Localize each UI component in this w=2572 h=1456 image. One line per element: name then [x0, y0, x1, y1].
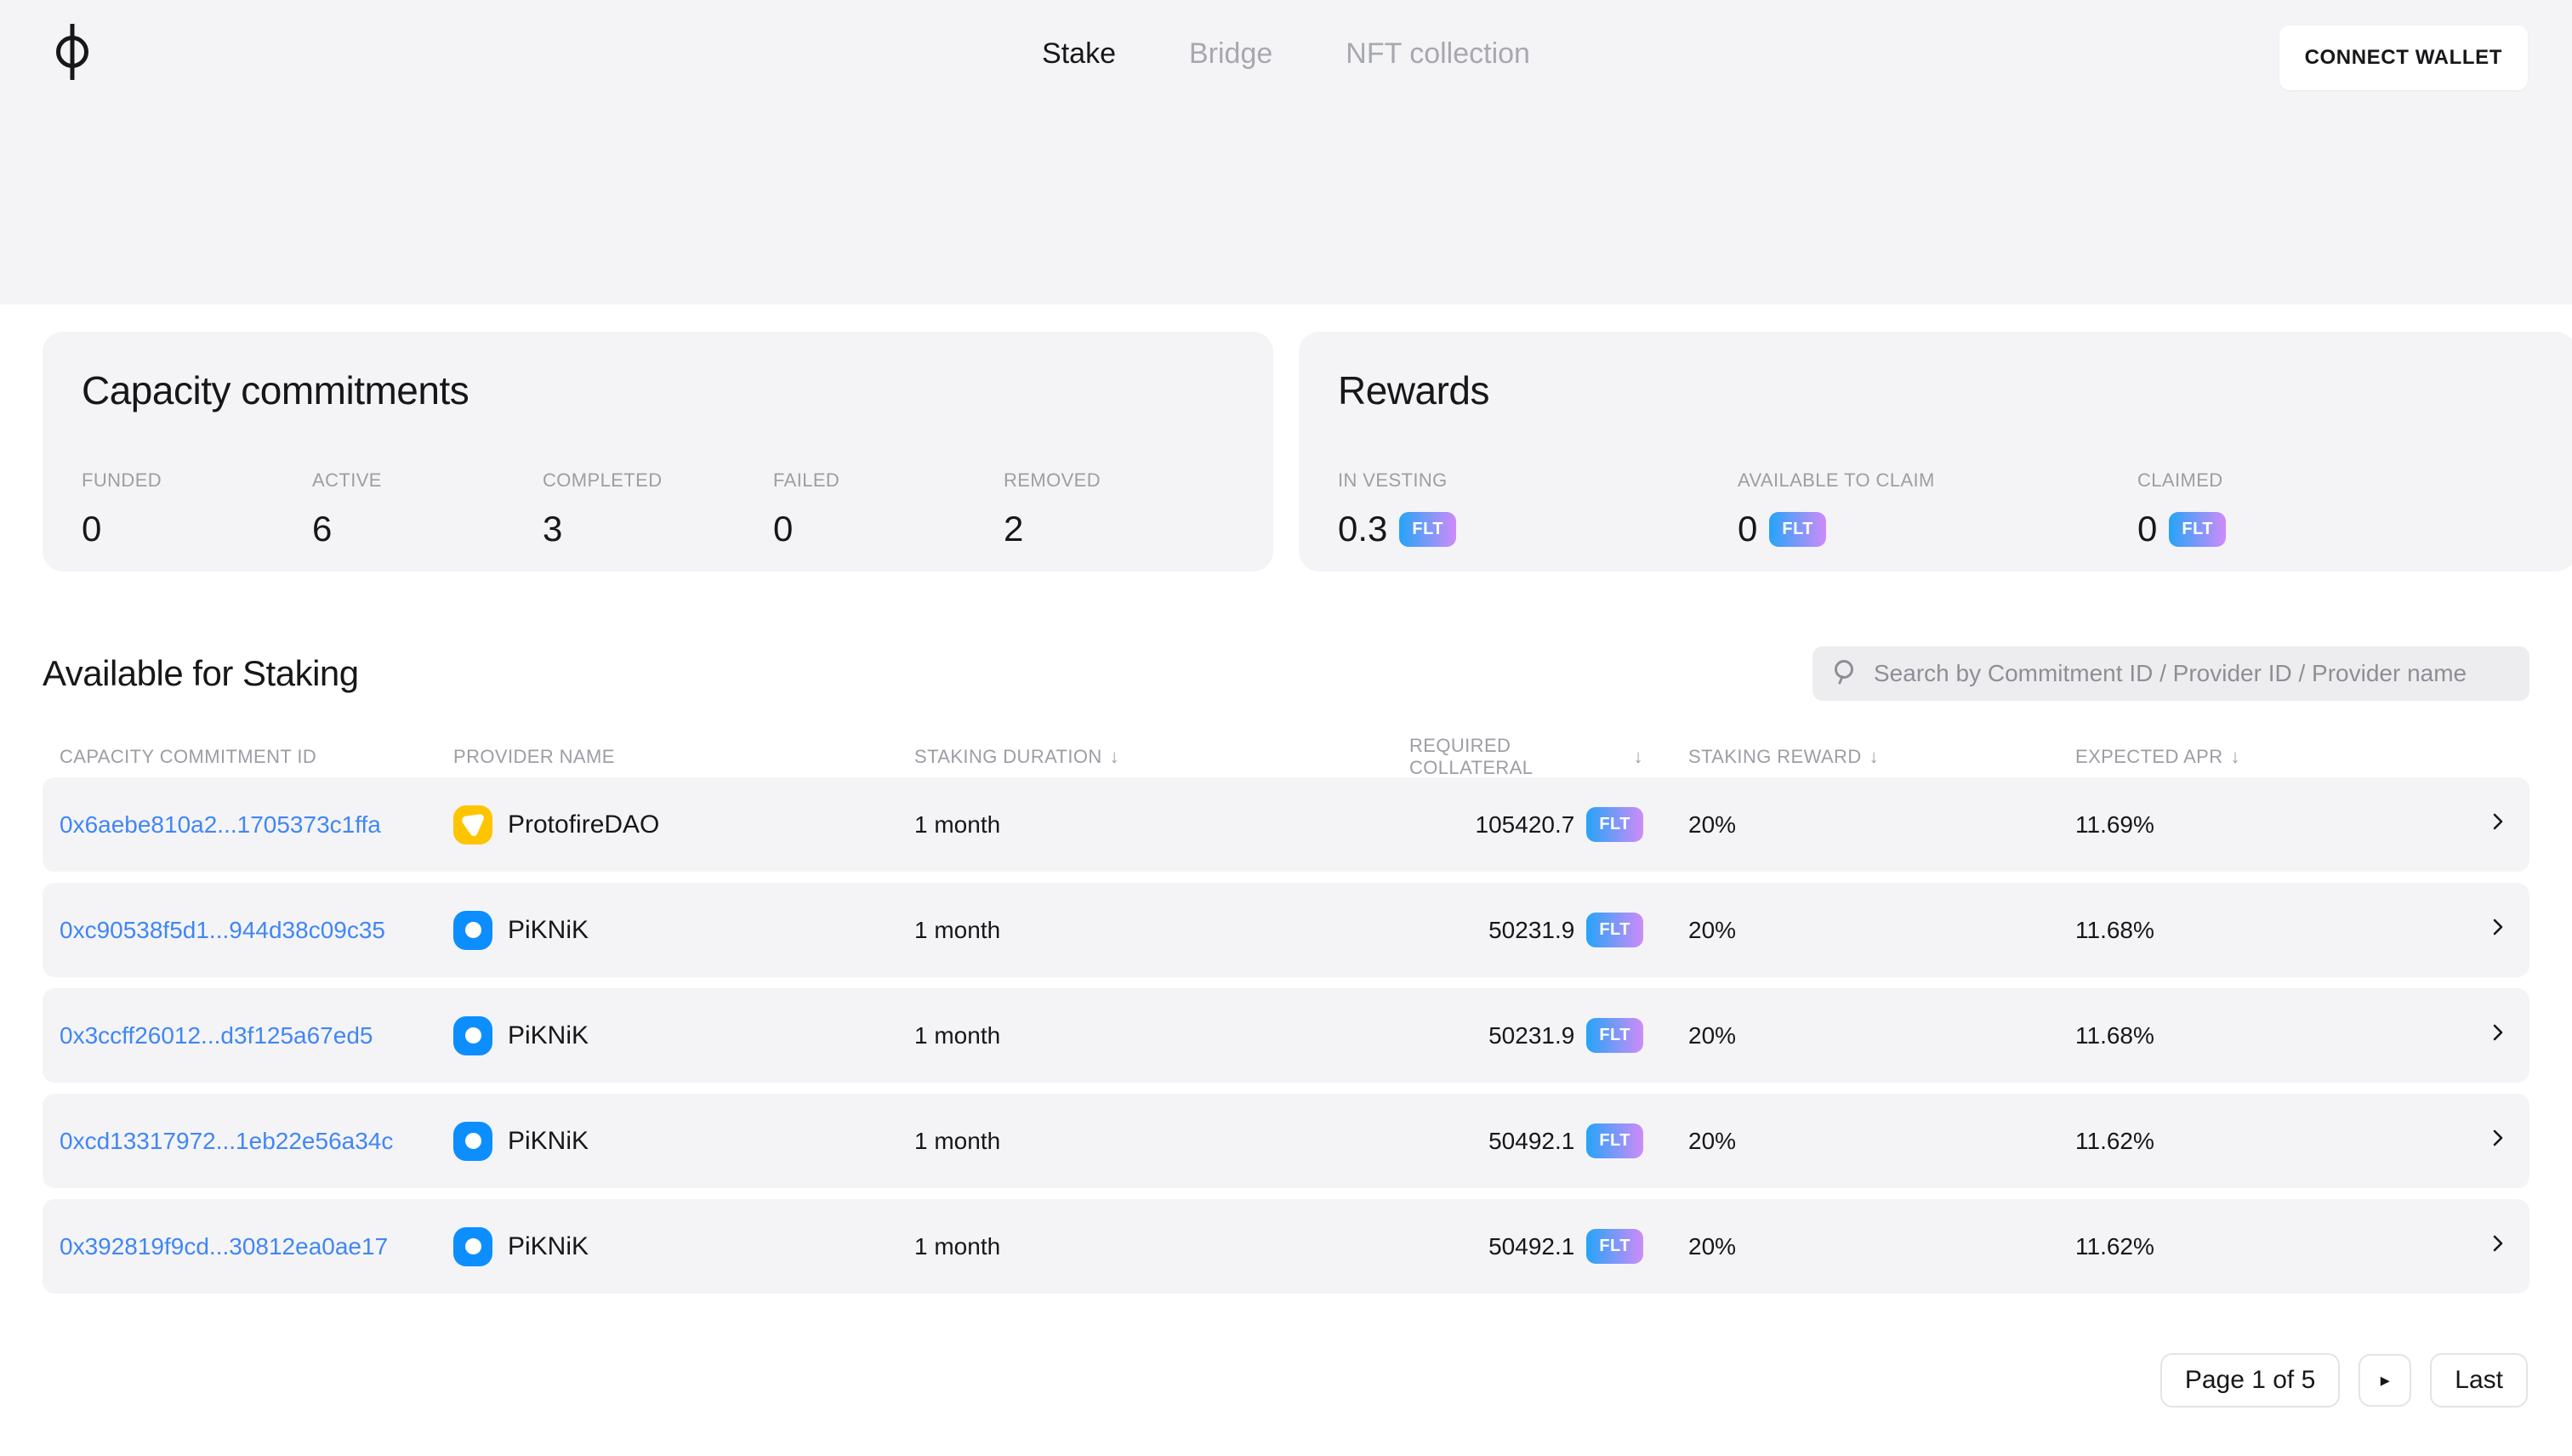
col-provider-name: PROVIDER NAME	[453, 746, 615, 767]
summary-cards: Capacity commitments FUNDED 0 ACTIVE 6 C…	[0, 304, 2572, 572]
staking-table-body: 0x6aebe810a2...1705373c1ffa ProtofireDAO…	[43, 777, 2529, 1294]
flt-token-badge: FLT	[1399, 511, 1457, 547]
rewards-stats: IN VESTING 0.3 FLT AVAILABLE TO CLAIM 0 …	[1338, 469, 2537, 549]
stat-available-to-claim: AVAILABLE TO CLAIM 0 FLT	[1738, 469, 1935, 549]
flt-token-badge: FLT	[1586, 807, 1643, 842]
staking-table: CAPACITY COMMITMENT ID PROVIDER NAME STA…	[0, 735, 2572, 1294]
flt-token-badge: FLT	[1586, 913, 1643, 947]
stat-removed: REMOVED 2	[1004, 469, 1101, 549]
capacity-stats: FUNDED 0 ACTIVE 6 COMPLETED 3 FAILED 0 R…	[82, 469, 1234, 549]
expected-apr-value: 11.69%	[2075, 810, 2154, 838]
stat-in-vesting: IN VESTING 0.3 FLT	[1338, 469, 1738, 549]
expected-apr-value: 11.68%	[2075, 916, 2154, 943]
piknik-provider-icon	[453, 910, 492, 950]
col-staking-duration[interactable]: STAKING DURATION ↓	[914, 746, 1409, 768]
stat-completed: COMPLETED 3	[543, 469, 663, 549]
provider-name: PiKNiK	[508, 1231, 589, 1260]
table-row[interactable]: 0x3ccff26012...d3f125a67ed5 PiKNiK 1 mon…	[43, 988, 2529, 1083]
staking-reward-value: 20%	[1688, 810, 1737, 838]
last-page-button[interactable]: Last	[2430, 1353, 2528, 1408]
piknik-provider-icon	[453, 1121, 492, 1161]
staking-duration-value: 1 month	[914, 810, 1001, 838]
required-collateral-value: 50231.9	[1488, 1021, 1575, 1049]
staking-duration-value: 1 month	[914, 1021, 1001, 1049]
next-page-button[interactable]: ▸	[2359, 1354, 2412, 1407]
header: Stake Bridge NFT collection CONNECT WALL…	[0, 0, 2572, 304]
provider-name: PiKNiK	[508, 915, 589, 944]
staking-duration-value: 1 month	[914, 1127, 1001, 1154]
sort-down-icon[interactable]: ↓	[2231, 746, 2240, 768]
available-to-claim-value: 0	[1738, 509, 1758, 549]
expected-apr-value: 11.62%	[2075, 1127, 2154, 1154]
table-row[interactable]: 0x6aebe810a2...1705373c1ffa ProtofireDAO…	[43, 777, 2529, 872]
chevron-right-icon[interactable]	[2487, 809, 2509, 840]
staking-duration-value: 1 month	[914, 916, 1001, 943]
chevron-right-icon[interactable]	[2487, 1231, 2509, 1262]
expected-apr-value: 11.62%	[2075, 1232, 2154, 1260]
capacity-card-title: Capacity commitments	[82, 368, 469, 412]
stat-failed: FAILED 0	[773, 469, 840, 549]
staking-reward-value: 20%	[1688, 1021, 1737, 1049]
table-row[interactable]: 0x392819f9cd...30812ea0ae17 PiKNiK 1 mon…	[43, 1199, 2529, 1294]
flt-token-badge: FLT	[1586, 1018, 1643, 1053]
sort-down-icon[interactable]: ↓	[1110, 746, 1119, 768]
staking-reward-value: 20%	[1688, 1232, 1737, 1260]
staking-reward-value: 20%	[1688, 1127, 1737, 1154]
staking-table-header: CAPACITY COMMITMENT ID PROVIDER NAME STA…	[43, 735, 2529, 779]
chevron-right-icon[interactable]	[2487, 1020, 2509, 1051]
flt-token-badge: FLT	[1769, 511, 1827, 547]
provider-name: PiKNiK	[508, 1021, 589, 1049]
staking-section-title: Available for Staking	[43, 653, 359, 693]
chevron-right-icon[interactable]	[2487, 1125, 2509, 1157]
page-indicator-button[interactable]: Page 1 of 5	[2159, 1353, 2341, 1408]
capacity-commitments-card: Capacity commitments FUNDED 0 ACTIVE 6 C…	[43, 332, 1273, 572]
provider-name: ProtofireDAO	[508, 810, 660, 839]
protofire-provider-icon	[453, 805, 492, 845]
commitment-id-link[interactable]: 0x392819f9cd...30812ea0ae17	[60, 1233, 388, 1260]
col-expected-apr[interactable]: EXPECTED APR ↓	[2075, 746, 2467, 768]
required-collateral-value: 50492.1	[1488, 1232, 1575, 1260]
col-staking-reward[interactable]: STAKING REWARD ↓	[1643, 746, 2075, 768]
piknik-provider-icon	[453, 1226, 492, 1266]
main-nav: Stake Bridge NFT collection	[0, 37, 2572, 71]
stat-funded: FUNDED 0	[82, 469, 162, 549]
rewards-card-title: Rewards	[1338, 368, 1490, 412]
rewards-card: Rewards IN VESTING 0.3 FLT AVAILABLE TO …	[1299, 332, 2572, 572]
tab-nft-collection[interactable]: NFT collection	[1346, 37, 1530, 71]
required-collateral-value: 50492.1	[1488, 1127, 1575, 1154]
stat-active: ACTIVE 6	[312, 469, 382, 549]
flt-token-badge: FLT	[2169, 511, 2227, 547]
tab-bridge[interactable]: Bridge	[1189, 37, 1272, 71]
table-row[interactable]: 0xc90538f5d1...944d38c09c35 PiKNiK 1 mon…	[43, 883, 2529, 977]
table-row[interactable]: 0xcd13317972...1eb22e56a34c PiKNiK 1 mon…	[43, 1094, 2529, 1188]
search-input[interactable]	[1874, 660, 2511, 687]
commitment-id-link[interactable]: 0xc90538f5d1...944d38c09c35	[60, 917, 385, 943]
in-vesting-value: 0.3	[1338, 509, 1388, 549]
claimed-value: 0	[2137, 509, 2158, 549]
tab-stake[interactable]: Stake	[1042, 37, 1116, 71]
staking-duration-value: 1 month	[914, 1232, 1001, 1260]
staking-reward-value: 20%	[1688, 916, 1737, 943]
col-required-collateral[interactable]: REQUIRED COLLATERAL ↓	[1409, 735, 1643, 779]
col-capacity-commitment-id: CAPACITY COMMITMENT ID	[60, 746, 317, 767]
provider-name: PiKNiK	[508, 1126, 589, 1155]
flt-token-badge: FLT	[1586, 1123, 1643, 1158]
search-icon	[1831, 657, 1860, 691]
flt-token-badge: FLT	[1586, 1229, 1643, 1264]
sort-down-icon[interactable]: ↓	[1634, 746, 1643, 768]
connect-wallet-button[interactable]: CONNECT WALLET	[2279, 26, 2528, 90]
search-box	[1812, 646, 2529, 701]
staking-section-head: Available for Staking	[0, 646, 2572, 701]
pagination: Page 1 of 5 ▸ Last	[0, 1353, 2572, 1408]
piknik-provider-icon	[453, 1015, 492, 1055]
required-collateral-value: 50231.9	[1488, 916, 1575, 943]
required-collateral-value: 105420.7	[1475, 810, 1575, 838]
commitment-id-link[interactable]: 0xcd13317972...1eb22e56a34c	[60, 1128, 393, 1154]
expected-apr-value: 11.68%	[2075, 1021, 2154, 1049]
commitment-id-link[interactable]: 0x3ccff26012...d3f125a67ed5	[60, 1022, 373, 1049]
stat-claimed: CLAIMED 0 FLT	[2137, 469, 2537, 549]
commitment-id-link[interactable]: 0x6aebe810a2...1705373c1ffa	[60, 811, 381, 838]
chevron-right-icon[interactable]	[2487, 914, 2509, 946]
sort-down-icon[interactable]: ↓	[1869, 746, 1879, 768]
